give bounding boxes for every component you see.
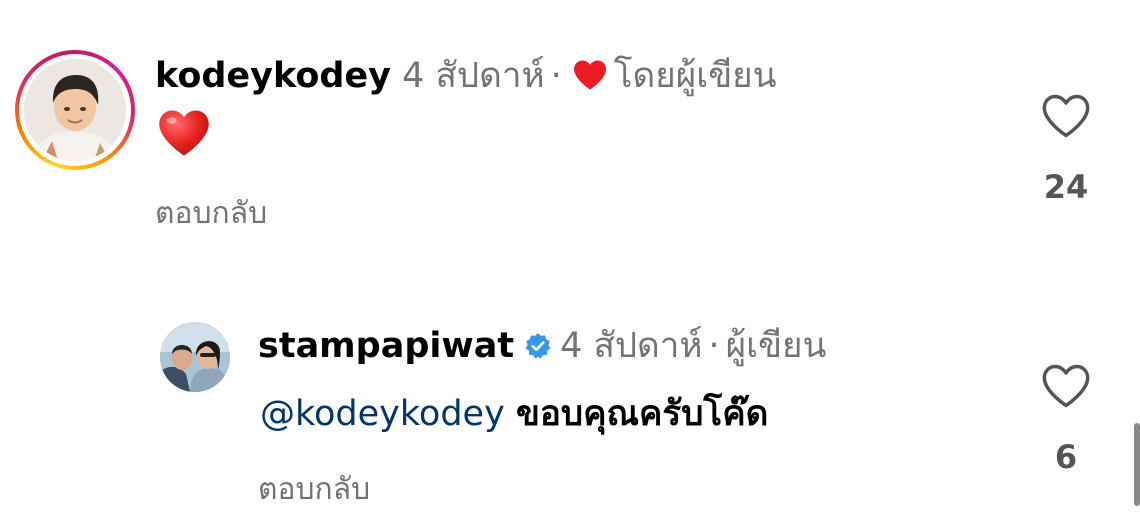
separator-dot: · bbox=[550, 56, 562, 96]
like-count: 6 bbox=[1054, 438, 1078, 476]
reply-header: stampapiwat 4 สัปดาห์ · ผู้เขียน bbox=[258, 322, 826, 373]
like-count: 24 bbox=[1043, 168, 1089, 206]
comment-username[interactable]: stampapiwat bbox=[258, 326, 514, 366]
avatar[interactable] bbox=[160, 322, 230, 392]
heart-outline-icon bbox=[1042, 94, 1090, 138]
comment-time[interactable]: 4 สัปดาห์ bbox=[402, 56, 544, 96]
liked-by-author-label: โดยผู้เขียน bbox=[613, 56, 777, 96]
author-label: ผู้เขียน bbox=[725, 326, 827, 366]
heart-outline-icon bbox=[1042, 364, 1090, 408]
separator-dot: · bbox=[708, 326, 720, 366]
avatar bbox=[24, 59, 126, 161]
comment-time[interactable]: 4 สัปดาห์ bbox=[560, 326, 702, 366]
scrollbar[interactable] bbox=[1134, 423, 1140, 506]
profile-photo-icon bbox=[24, 59, 126, 161]
mention-link[interactable]: @kodeykodey bbox=[260, 394, 505, 434]
verified-badge-icon bbox=[524, 325, 552, 373]
like-button[interactable] bbox=[1040, 92, 1092, 144]
profile-photo-icon bbox=[160, 322, 230, 392]
heart-filled-icon bbox=[572, 56, 608, 104]
red-heart-emoji-icon bbox=[159, 110, 209, 156]
comment-header: kodeykodey 4 สัปดาห์ · โดยผู้เขียน bbox=[155, 52, 777, 104]
comment-username[interactable]: kodeykodey bbox=[155, 56, 391, 96]
comment-body-text: ขอบคุณครับโค๊ด bbox=[515, 394, 769, 434]
like-button[interactable] bbox=[1040, 362, 1092, 414]
story-ring-avatar[interactable] bbox=[15, 50, 135, 170]
comment-body: ❤️ bbox=[157, 108, 211, 172]
comment-body: @kodeykodey ขอบคุณครับโค๊ด bbox=[260, 390, 768, 438]
reply-button[interactable]: ตอบกลับ bbox=[155, 190, 267, 237]
